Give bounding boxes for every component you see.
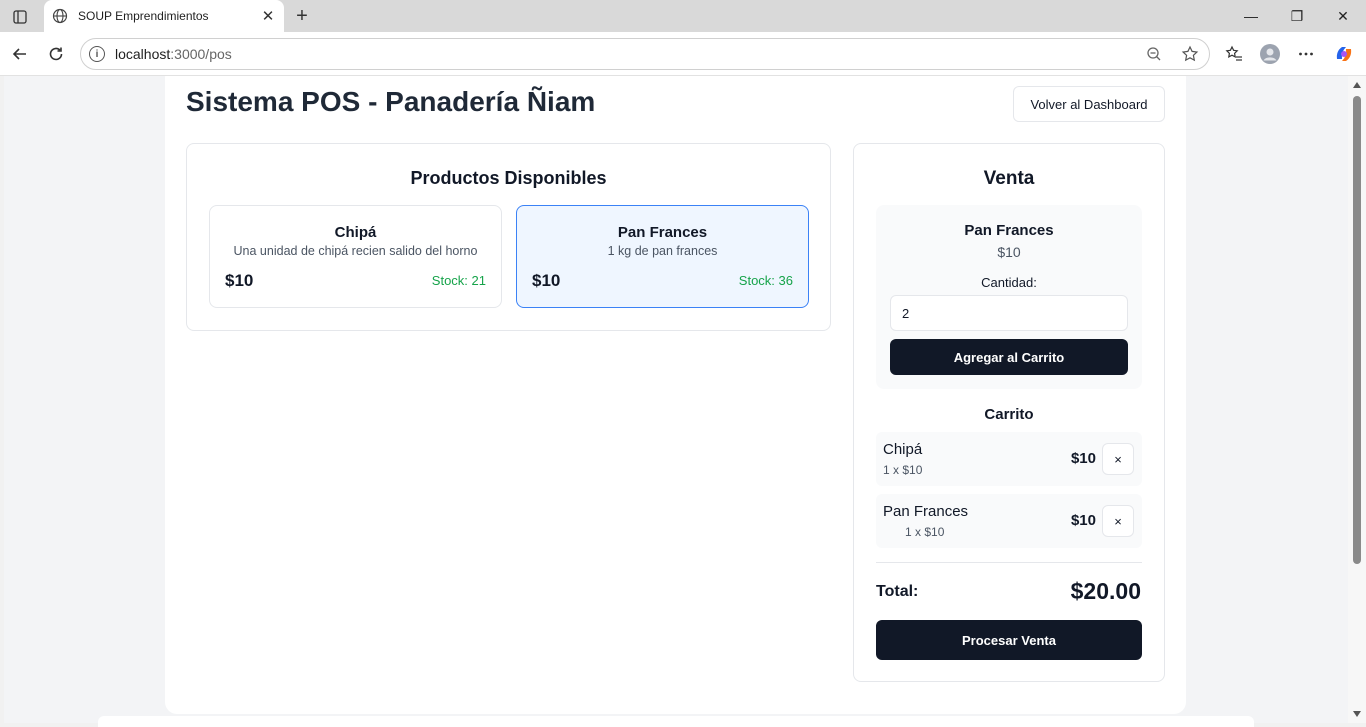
sale-panel: Venta Pan Frances $10 Cantidad: Agregar …: [853, 143, 1165, 682]
total-divider: [876, 562, 1142, 563]
product-description: 1 kg de pan frances: [607, 244, 718, 258]
product-stock: Stock: 36: [738, 273, 793, 288]
favorites-icon[interactable]: [1220, 40, 1248, 68]
total-label: Total:: [876, 583, 919, 600]
window-controls: — ❐ ✕: [1228, 0, 1366, 32]
more-menu-icon[interactable]: [1292, 40, 1320, 68]
selected-product-price: $10: [997, 244, 1021, 260]
window-close-icon[interactable]: ✕: [1320, 0, 1366, 32]
remove-item-button[interactable]: ×: [1102, 505, 1134, 537]
favorite-star-icon[interactable]: [1179, 43, 1201, 65]
cart-item-detail: 1 x $10: [905, 525, 945, 539]
new-tab-icon[interactable]: +: [290, 4, 314, 28]
browser-tab-bar: SOUP Emprendimientos ✕ + — ❐ ✕: [0, 0, 1366, 32]
cart-item-name: Chipá: [883, 441, 923, 458]
product-price: $10: [225, 271, 254, 290]
quantity-input[interactable]: [890, 295, 1128, 331]
zoom-out-icon[interactable]: [1143, 43, 1165, 65]
copilot-icon[interactable]: [1330, 40, 1358, 68]
url-text: localhost:3000/pos: [115, 46, 232, 62]
reload-icon[interactable]: [42, 40, 70, 68]
cart-item: Chipá 1 x $10 $10 ×: [876, 432, 1142, 486]
back-to-dashboard-button[interactable]: Volver al Dashboard: [1013, 86, 1165, 122]
page-bottom-edge: [98, 716, 1254, 727]
remove-item-button[interactable]: ×: [1102, 443, 1134, 475]
scrollbar-thumb[interactable]: [1353, 96, 1361, 564]
product-name: Pan Frances: [617, 224, 708, 241]
profile-avatar-icon[interactable]: [1256, 40, 1284, 68]
page-viewport: Sistema POS - Panadería Ñiam Volver al D…: [4, 76, 1348, 723]
tab-actions-icon[interactable]: [8, 6, 32, 28]
product-description: Una unidad de chipá recien salido del ho…: [233, 244, 478, 258]
tab-close-icon[interactable]: ✕: [260, 8, 276, 25]
sale-heading: Venta: [983, 168, 1035, 189]
product-price: $10: [532, 271, 561, 290]
minimize-icon[interactable]: —: [1228, 0, 1274, 32]
add-to-cart-button[interactable]: Agregar al Carrito: [890, 339, 1128, 375]
address-bar[interactable]: i localhost:3000/pos: [80, 38, 1210, 70]
pos-container: Sistema POS - Panadería Ñiam Volver al D…: [165, 76, 1186, 714]
scroll-down-icon[interactable]: [1353, 711, 1361, 717]
cart-item-price: $10: [1070, 450, 1096, 467]
cart-item-detail: 1 x $10: [883, 463, 923, 477]
globe-icon: [52, 8, 68, 24]
process-sale-button[interactable]: Procesar Venta: [876, 620, 1142, 660]
browser-tab[interactable]: SOUP Emprendimientos ✕: [44, 0, 284, 32]
site-info-icon[interactable]: i: [89, 46, 105, 62]
back-icon[interactable]: [6, 40, 34, 68]
product-stock: Stock: 21: [431, 273, 486, 288]
cart-item-price: $10: [1070, 512, 1096, 529]
selected-product-name: Pan Frances: [964, 222, 1054, 239]
cart-item-name: Pan Frances: [883, 503, 969, 520]
selected-product-box: Pan Frances $10 Cantidad: Agregar al Car…: [876, 205, 1142, 389]
products-heading: Productos Disponibles: [410, 168, 607, 188]
products-panel: Productos Disponibles Chipá Una unidad d…: [186, 143, 831, 331]
product-card-chipa[interactable]: Chipá Una unidad de chipá recien salido …: [209, 205, 502, 308]
quantity-label: Cantidad:: [981, 275, 1037, 290]
cart-title: Carrito: [984, 406, 1034, 423]
browser-toolbar: i localhost:3000/pos: [0, 32, 1366, 76]
cart-item: Pan Frances 1 x $10 $10 ×: [876, 494, 1142, 548]
restore-icon[interactable]: ❐: [1274, 0, 1320, 32]
product-card-pan-frances[interactable]: Pan Frances 1 kg de pan frances $10 Stoc…: [516, 205, 809, 308]
page-scrollbar[interactable]: [1348, 76, 1366, 723]
page-title: Sistema POS - Panadería Ñiam: [186, 86, 596, 117]
tab-title: SOUP Emprendimientos: [78, 9, 209, 23]
product-name: Chipá: [334, 224, 377, 241]
total-value: $20.00: [1070, 578, 1141, 604]
scroll-up-icon[interactable]: [1353, 82, 1361, 88]
